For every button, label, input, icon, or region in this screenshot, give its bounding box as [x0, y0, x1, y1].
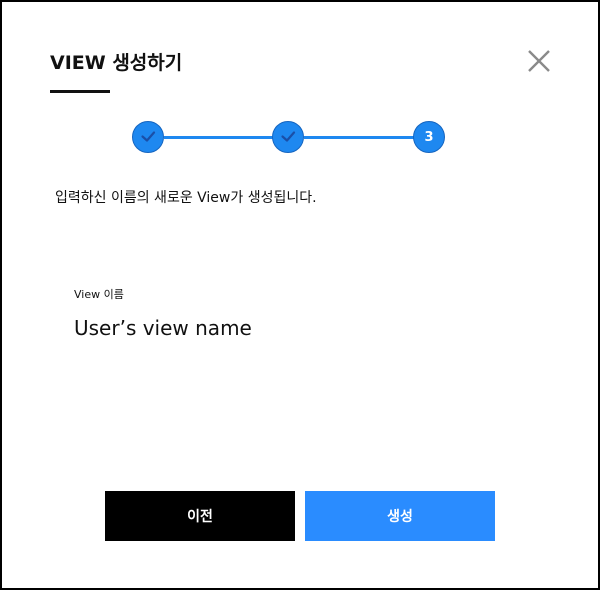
check-icon [281, 131, 296, 142]
view-name-label: View 이름 [74, 288, 124, 301]
description-text: 입력하신 이름의 새로운 View가 생성됩니다. [55, 190, 317, 206]
step-2-complete [272, 121, 304, 153]
create-button[interactable]: 생성 [305, 491, 495, 541]
create-view-dialog: VIEW 생성하기 3 입력하신 이름의 새로운 View가 생성됩니다. Vi… [0, 0, 600, 590]
view-name-input[interactable] [74, 316, 514, 340]
step-3-number: 3 [424, 129, 434, 145]
step-3-current: 3 [413, 121, 445, 153]
prev-button[interactable]: 이전 [105, 491, 295, 541]
progress-stepper: 3 [2, 2, 598, 192]
step-connector-1 [164, 136, 276, 139]
step-connector-2 [304, 136, 416, 139]
step-1-complete [132, 121, 164, 153]
check-icon [141, 131, 156, 142]
